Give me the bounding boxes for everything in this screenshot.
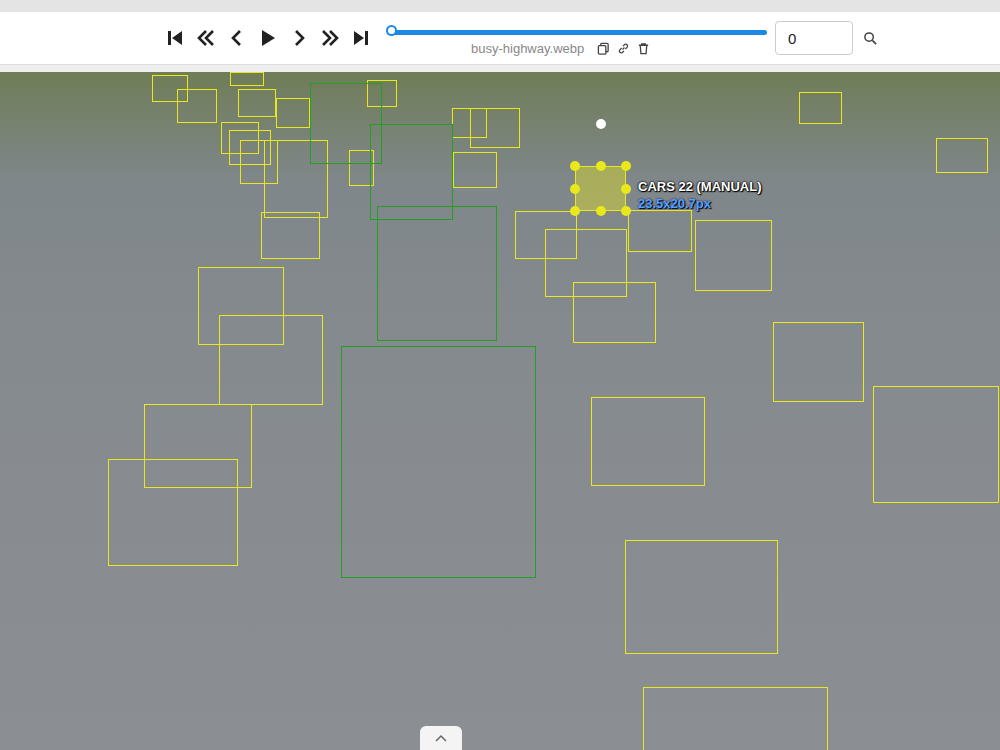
previous-frame-icon[interactable] bbox=[227, 28, 247, 48]
bounding-box[interactable] bbox=[198, 267, 284, 345]
bounding-box[interactable] bbox=[773, 322, 864, 402]
resize-handle[interactable] bbox=[596, 161, 606, 171]
fast-forward-icon[interactable] bbox=[320, 28, 340, 48]
resize-handle[interactable] bbox=[570, 206, 580, 216]
bounding-box[interactable] bbox=[470, 108, 520, 148]
resize-handle[interactable] bbox=[570, 161, 580, 171]
bounding-box[interactable] bbox=[367, 80, 397, 107]
bounding-box[interactable] bbox=[219, 315, 323, 405]
bounding-box[interactable] bbox=[276, 98, 310, 128]
chevron-up-icon bbox=[434, 733, 448, 743]
resize-handle[interactable] bbox=[621, 206, 631, 216]
rotate-handle[interactable] bbox=[596, 119, 606, 129]
bounding-box[interactable] bbox=[936, 138, 988, 173]
first-frame-icon[interactable] bbox=[165, 28, 185, 48]
resize-handle[interactable] bbox=[570, 184, 580, 194]
bounding-box[interactable] bbox=[341, 346, 536, 578]
next-frame-icon[interactable] bbox=[289, 28, 309, 48]
highway-photo bbox=[0, 72, 1000, 750]
timeline: busy-highway.webp bbox=[387, 20, 767, 56]
bounding-box[interactable] bbox=[695, 220, 772, 291]
timeline-slider[interactable] bbox=[387, 30, 767, 35]
bounding-box[interactable] bbox=[515, 211, 577, 259]
label-size: 23.5x20.7px bbox=[638, 195, 762, 212]
bounding-box[interactable] bbox=[240, 140, 278, 184]
last-frame-icon[interactable] bbox=[351, 28, 371, 48]
separator bbox=[0, 65, 1000, 72]
bounding-box[interactable] bbox=[177, 89, 217, 123]
bounding-box[interactable] bbox=[873, 386, 999, 503]
resize-handle[interactable] bbox=[596, 206, 606, 216]
play-icon[interactable] bbox=[258, 28, 278, 48]
box-label: CARS 22 (MANUAL) 23.5x20.7px bbox=[638, 178, 762, 212]
rewind-icon[interactable] bbox=[196, 28, 216, 48]
file-info: busy-highway.webp bbox=[387, 41, 767, 56]
trash-icon[interactable] bbox=[637, 42, 650, 55]
slider-knob[interactable] bbox=[386, 25, 397, 36]
resize-handle[interactable] bbox=[621, 184, 631, 194]
top-strip bbox=[0, 0, 1000, 12]
bounding-box[interactable] bbox=[625, 540, 778, 654]
playback-controls bbox=[165, 28, 371, 48]
filename: busy-highway.webp bbox=[471, 41, 584, 56]
toolbar: busy-highway.webp bbox=[0, 12, 1000, 65]
bounding-box[interactable] bbox=[573, 282, 656, 343]
bounding-box[interactable] bbox=[453, 152, 497, 188]
bounding-box[interactable] bbox=[377, 206, 497, 341]
label-name: CARS 22 (MANUAL) bbox=[638, 178, 762, 195]
bounding-box[interactable] bbox=[264, 140, 328, 218]
bounding-box[interactable] bbox=[230, 72, 264, 86]
image-canvas[interactable]: CARS 22 (MANUAL) 23.5x20.7px bbox=[0, 72, 1000, 750]
bounding-box[interactable] bbox=[628, 210, 692, 252]
bounding-box[interactable] bbox=[261, 212, 320, 259]
bounding-box[interactable] bbox=[144, 404, 252, 488]
bounding-box[interactable] bbox=[799, 92, 842, 124]
bounding-box[interactable] bbox=[575, 166, 626, 211]
bounding-box[interactable] bbox=[643, 687, 828, 750]
annotation-app: busy-highway.webp CARS 22 (MANUAL) 23.5x… bbox=[0, 0, 1000, 750]
bounding-box[interactable] bbox=[108, 459, 238, 566]
bounding-box[interactable] bbox=[591, 397, 705, 486]
search-icon[interactable] bbox=[863, 31, 878, 46]
frame-input[interactable] bbox=[775, 21, 853, 55]
link-icon[interactable] bbox=[617, 42, 630, 55]
bounding-box[interactable] bbox=[545, 229, 627, 297]
bounding-box[interactable] bbox=[238, 89, 276, 117]
drawer-toggle[interactable] bbox=[420, 726, 462, 750]
copy-icon[interactable] bbox=[597, 42, 610, 55]
resize-handle[interactable] bbox=[621, 161, 631, 171]
